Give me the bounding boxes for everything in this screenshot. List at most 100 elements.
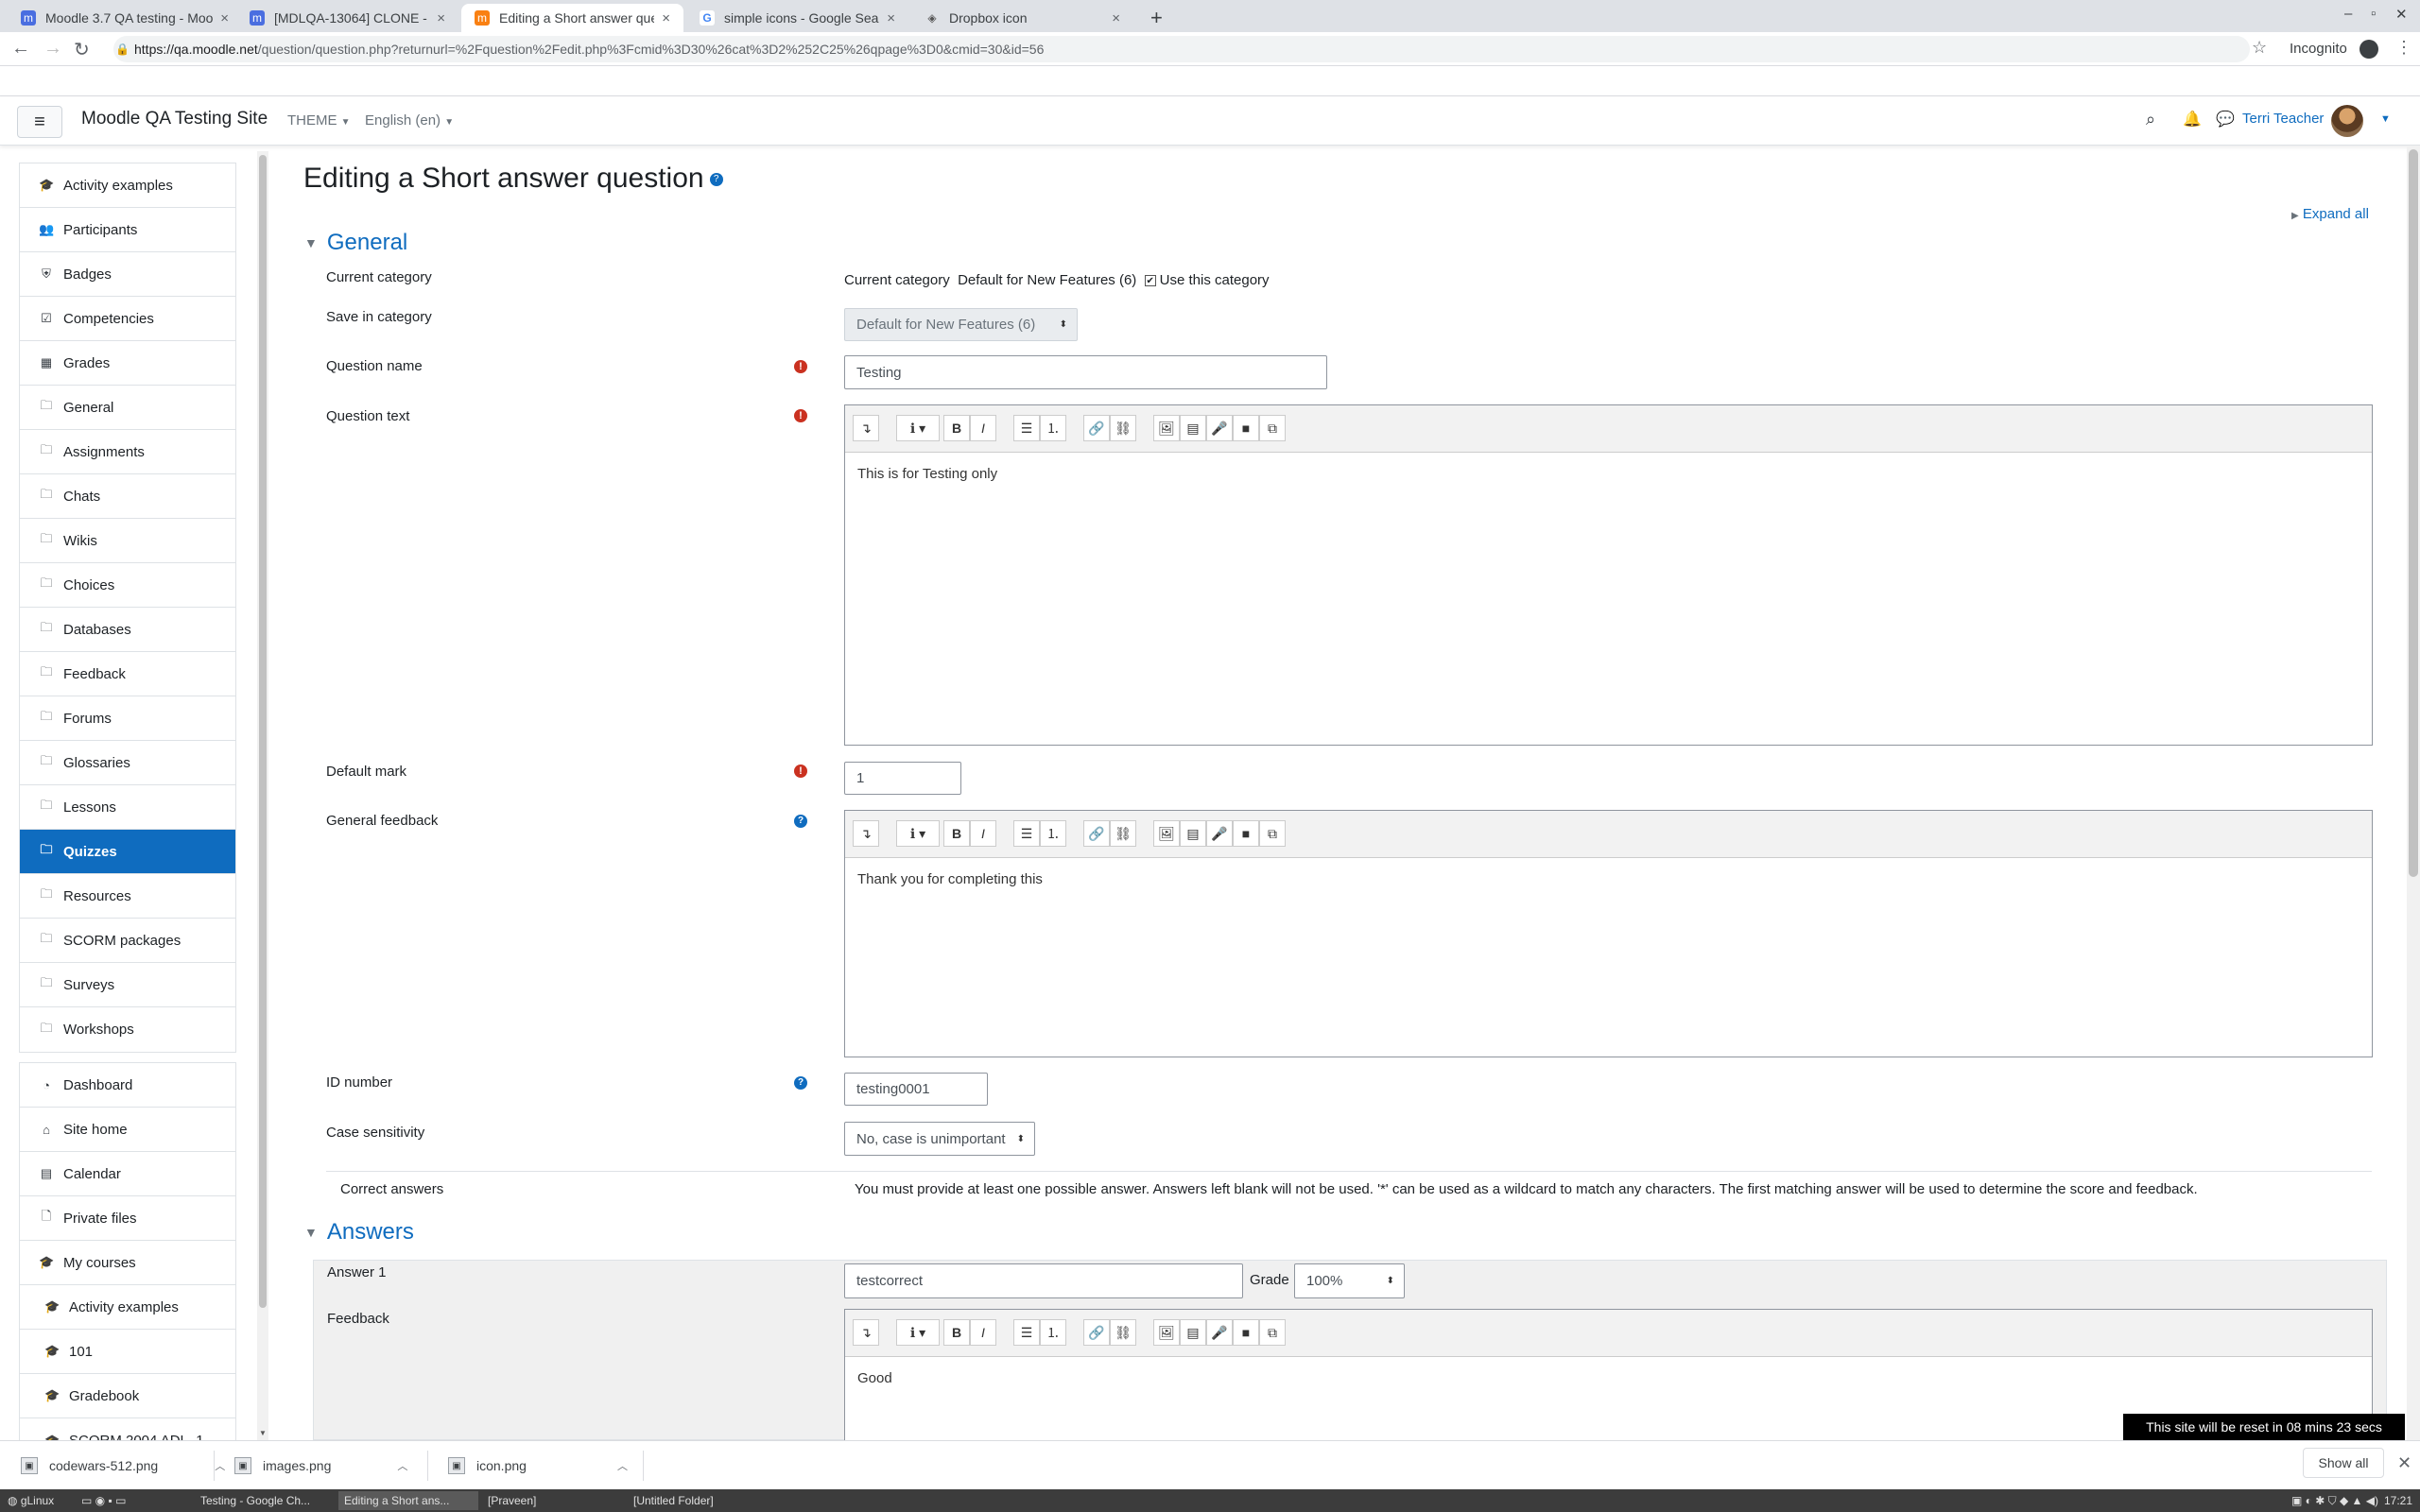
sidebar-item-chats[interactable]: 🗀 Chats bbox=[20, 474, 235, 519]
sidebar-item-scorm-packages[interactable]: 🗀 SCORM packages bbox=[20, 919, 235, 963]
sidebar-item-assignments[interactable]: 🗀 Assignments bbox=[20, 430, 235, 474]
close-tab-icon[interactable]: × bbox=[662, 10, 670, 26]
paragraph-styles-icon[interactable]: ℹ ▾ bbox=[896, 415, 940, 441]
paragraph-styles-icon[interactable]: ℹ ▾ bbox=[896, 1319, 940, 1346]
media-icon[interactable]: ▤ bbox=[1180, 415, 1206, 441]
collapse-toolbar-icon[interactable]: ↴ bbox=[853, 1319, 879, 1346]
sidebar-item-badges[interactable]: ⛨ Badges bbox=[20, 252, 235, 297]
sidebar-item-site-home[interactable]: ⌂ Site home bbox=[20, 1108, 235, 1152]
manage-files-icon[interactable]: ⧉ bbox=[1259, 1319, 1286, 1346]
new-tab-icon[interactable]: + bbox=[1150, 6, 1163, 30]
sidebar-item-competencies[interactable]: ☑ Competencies bbox=[20, 297, 235, 341]
image-icon[interactable]: 🖼 bbox=[1153, 415, 1180, 441]
bold-icon[interactable]: B bbox=[943, 820, 970, 847]
maximize-icon[interactable]: ▫ bbox=[2371, 6, 2376, 22]
help-icon[interactable]: ? bbox=[794, 1076, 807, 1090]
collapse-toolbar-icon[interactable]: ↴ bbox=[853, 820, 879, 847]
sidebar-item-resources[interactable]: 🗀 Resources bbox=[20, 874, 235, 919]
incognito-icon[interactable] bbox=[2360, 40, 2378, 59]
sidebar-item-scorm-2004-adl-1[interactable]: 🎓 SCORM 2004 ADL_1 bbox=[20, 1418, 235, 1440]
image-icon[interactable]: 🖼 bbox=[1153, 820, 1180, 847]
media-icon[interactable]: ▤ bbox=[1180, 1319, 1206, 1346]
unlink-icon[interactable]: ⛓ bbox=[1110, 1319, 1136, 1346]
close-window-icon[interactable]: ✕ bbox=[2395, 6, 2408, 23]
help-icon[interactable]: ? bbox=[794, 815, 807, 828]
general-feedback-content[interactable]: Thank you for completing this bbox=[845, 858, 2372, 901]
download-item[interactable]: ▣ images.png ︿ bbox=[234, 1452, 407, 1479]
unlink-icon[interactable]: ⛓ bbox=[1110, 415, 1136, 441]
close-tab-icon[interactable]: × bbox=[887, 10, 895, 26]
sidebar-scrollbar-thumb[interactable] bbox=[259, 155, 267, 1308]
save-in-category-select[interactable]: Default for New Features (6) ⬍ bbox=[844, 308, 1078, 341]
question-name-input[interactable]: Testing bbox=[844, 355, 1327, 389]
record-audio-icon[interactable]: 🎤 bbox=[1206, 1319, 1233, 1346]
unlink-icon[interactable]: ⛓ bbox=[1110, 820, 1136, 847]
sidebar-item-wikis[interactable]: 🗀 Wikis bbox=[20, 519, 235, 563]
unordered-list-icon[interactable]: ☰ bbox=[1013, 1319, 1040, 1346]
answers-section-header[interactable]: ▼ Answers bbox=[304, 1219, 414, 1246]
reload-icon[interactable]: ↻ bbox=[74, 38, 90, 61]
paragraph-styles-icon[interactable]: ℹ ▾ bbox=[896, 820, 940, 847]
chevron-up-icon[interactable]: ︿ bbox=[617, 1458, 628, 1473]
download-item[interactable]: ▣ icon.png ︿ bbox=[448, 1452, 628, 1479]
link-icon[interactable]: 🔗 bbox=[1083, 1319, 1110, 1346]
search-icon[interactable]: ⌕ bbox=[2146, 110, 2155, 129]
question-text-content[interactable]: This is for Testing only bbox=[845, 453, 2372, 495]
sidebar-item-calendar[interactable]: ▤ Calendar bbox=[20, 1152, 235, 1196]
close-tab-icon[interactable]: × bbox=[437, 10, 445, 26]
sidebar-item-quizzes[interactable]: 🗀 Quizzes bbox=[20, 830, 235, 874]
browser-tab[interactable]: ◈ Dropbox icon × bbox=[911, 4, 1133, 32]
collapse-toolbar-icon[interactable]: ↴ bbox=[853, 415, 879, 441]
sidebar-item-activity-examples[interactable]: 🎓 Activity examples bbox=[20, 163, 235, 208]
record-video-icon[interactable]: ■ bbox=[1233, 820, 1259, 847]
sidebar-item-general[interactable]: 🗀 General bbox=[20, 386, 235, 430]
page-scrollbar-thumb[interactable] bbox=[2409, 149, 2418, 877]
hamburger-menu-icon[interactable]: ≡ bbox=[17, 106, 62, 138]
record-audio-icon[interactable]: 🎤 bbox=[1206, 415, 1233, 441]
chevron-up-icon[interactable]: ︿ bbox=[215, 1458, 225, 1473]
link-icon[interactable]: 🔗 bbox=[1083, 415, 1110, 441]
ordered-list-icon[interactable]: ⒈ bbox=[1040, 820, 1066, 847]
sidebar-item-workshops[interactable]: 🗀 Workshops bbox=[20, 1007, 235, 1052]
messages-icon[interactable]: 💬 bbox=[2216, 110, 2235, 129]
close-downloads-icon[interactable]: ✕ bbox=[2397, 1453, 2411, 1473]
sidebar-item-glossaries[interactable]: 🗀 Glossaries bbox=[20, 741, 235, 785]
browser-tab[interactable]: Gsimple icons - Google Search× bbox=[686, 4, 908, 32]
sidebar-item-activity-examples[interactable]: 🎓 Activity examples bbox=[20, 1285, 235, 1330]
answer-1-input[interactable]: testcorrect bbox=[844, 1263, 1243, 1298]
use-this-category-checkbox[interactable]: ✔ bbox=[1144, 274, 1156, 286]
sidebar-item-participants[interactable]: 👥 Participants bbox=[20, 208, 235, 252]
media-icon[interactable]: ▤ bbox=[1180, 820, 1206, 847]
sidebar-item-grades[interactable]: ▦ Grades bbox=[20, 341, 235, 386]
record-video-icon[interactable]: ■ bbox=[1233, 1319, 1259, 1346]
id-number-input[interactable]: testing0001 bbox=[844, 1073, 988, 1106]
ordered-list-icon[interactable]: ⒈ bbox=[1040, 415, 1066, 441]
download-item[interactable]: ▣ codewars-512.png ︿ bbox=[21, 1452, 225, 1479]
show-all-downloads-button[interactable]: Show all bbox=[2303, 1448, 2384, 1478]
record-audio-icon[interactable]: 🎤 bbox=[1206, 820, 1233, 847]
back-icon[interactable]: ← bbox=[11, 38, 30, 60]
ordered-list-icon[interactable]: ⒈ bbox=[1040, 1319, 1066, 1346]
site-name[interactable]: Moodle QA Testing Site bbox=[81, 109, 268, 129]
taskbar-window[interactable]: [Praveen] bbox=[482, 1491, 624, 1510]
image-icon[interactable]: 🖼 bbox=[1153, 1319, 1180, 1346]
help-icon[interactable]: ? bbox=[709, 173, 723, 187]
sidebar-item-surveys[interactable]: 🗀 Surveys bbox=[20, 963, 235, 1007]
taskbar-launcher-icons[interactable]: ▭ ◉ ▪ ▭ bbox=[76, 1491, 131, 1510]
taskbar-window-active[interactable]: Editing a Short ans... bbox=[338, 1491, 478, 1510]
sidebar-item-forums[interactable]: 🗀 Forums bbox=[20, 696, 235, 741]
italic-icon[interactable]: I bbox=[970, 820, 996, 847]
sidebar-item-my-courses[interactable]: 🎓 My courses bbox=[20, 1241, 235, 1285]
browser-tab-active[interactable]: m Editing a Short answer ques × bbox=[461, 4, 683, 32]
answer-feedback-content[interactable]: Good bbox=[845, 1357, 2372, 1400]
taskbar-window[interactable]: [Untitled Folder] bbox=[628, 1491, 769, 1510]
notifications-bell-icon[interactable]: 🔔 bbox=[2183, 110, 2202, 129]
language-menu[interactable]: English (en) ▼ bbox=[365, 112, 454, 129]
sidebar-item-lessons[interactable]: 🗀 Lessons bbox=[20, 785, 235, 830]
minimize-icon[interactable]: – bbox=[2344, 6, 2352, 22]
sidebar-item-gradebook[interactable]: 🎓 Gradebook bbox=[20, 1374, 235, 1418]
sidebar-item-101[interactable]: 🎓 101 bbox=[20, 1330, 235, 1374]
caret-down-icon[interactable]: ▼ bbox=[2380, 113, 2391, 125]
url-bar[interactable]: 🔒 https://qa.moodle.net/question/questio… bbox=[113, 36, 2250, 62]
grade-select[interactable]: 100% ⬍ bbox=[1294, 1263, 1405, 1298]
